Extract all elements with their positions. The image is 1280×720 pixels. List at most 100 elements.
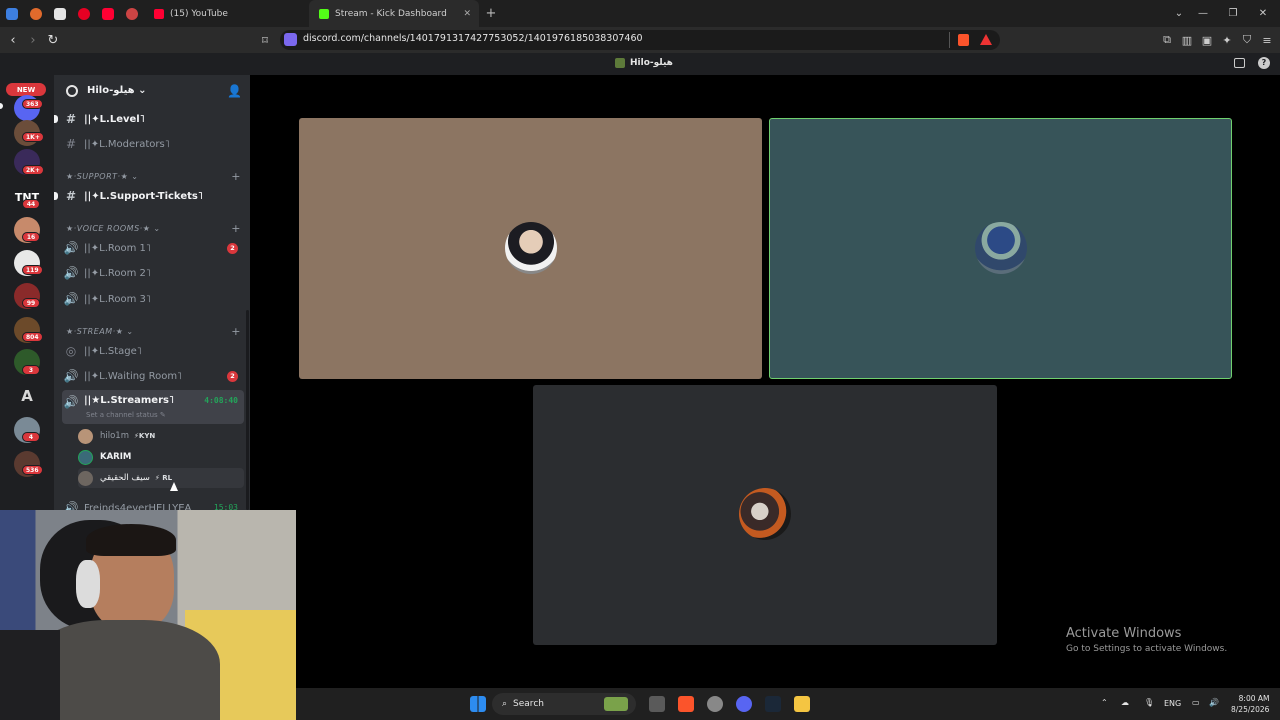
- maximize-button[interactable]: ❐: [1218, 0, 1248, 27]
- mention-badge: 804: [22, 332, 43, 342]
- task-view-icon[interactable]: [649, 696, 665, 712]
- kick-icon: [319, 8, 329, 19]
- channel-level[interactable]: # ||✦L.Level˥: [54, 108, 244, 130]
- channel-name: ||✦L.Moderators˥: [84, 138, 170, 150]
- voice-user[interactable]: hilo1m ⚡KYN: [78, 426, 244, 446]
- category-voice-rooms[interactable]: ★·VOICE ROOMS·★ ⌄ +: [66, 221, 241, 235]
- participant-tile-1[interactable]: [299, 118, 762, 379]
- channel-waiting-room[interactable]: 🔊 ||✦L.Waiting Room˥ 2: [62, 365, 244, 387]
- mention-badge: 4: [22, 432, 40, 442]
- inbox-icon[interactable]: [1234, 58, 1245, 68]
- brave-rewards-icon[interactable]: [980, 34, 992, 45]
- browser-tab-bar: (15) YouTube Stream - Kick Dashboard ✕ +…: [0, 0, 1280, 27]
- server-icon: [615, 58, 625, 68]
- wallet-icon[interactable]: ▣: [1200, 33, 1214, 47]
- invite-people-icon[interactable]: 👤: [227, 84, 242, 98]
- create-channel-icon[interactable]: +: [231, 222, 241, 235]
- menu-icon[interactable]: ≡: [1260, 33, 1274, 47]
- app-taskbar-icon[interactable]: [707, 696, 723, 712]
- pinned-tab-2[interactable]: [24, 0, 48, 27]
- user-tag: ⚡KYN: [134, 432, 156, 440]
- windows-taskbar: ⌕ Search ⌃ ☁ 🎙 ENG ▭ 🔊 8:00 AM 8/25/2026: [296, 688, 1280, 720]
- category-support[interactable]: ★·SUPPORT·★ ⌄ +: [66, 169, 241, 183]
- avatar: [78, 449, 93, 465]
- channel-name: ||✦L.Room 2˥: [84, 267, 151, 279]
- voice-user[interactable]: KARIM: [78, 447, 244, 467]
- pinned-tab-6[interactable]: [120, 0, 144, 27]
- channel-stage[interactable]: ◎ ||✦L.Stage˥: [62, 340, 244, 362]
- close-tab-icon[interactable]: ✕: [463, 9, 471, 19]
- server-icon-a[interactable]: A: [14, 383, 40, 409]
- tab-youtube[interactable]: (15) YouTube: [144, 0, 309, 27]
- file-explorer-icon[interactable]: [794, 696, 810, 712]
- participant-tile-2-speaking[interactable]: [769, 118, 1232, 379]
- discord-taskbar-icon[interactable]: [736, 696, 752, 712]
- speaker-icon: 🔊: [63, 395, 79, 409]
- tray-chevron-icon[interactable]: ⌃: [1101, 698, 1108, 707]
- streamer-hair: [86, 524, 176, 556]
- extensions-icon[interactable]: ⧉: [1160, 33, 1174, 47]
- category-label: ★·STREAM·★: [66, 326, 124, 336]
- create-channel-icon[interactable]: +: [231, 325, 241, 338]
- channel-moderators[interactable]: # ||✦L.Moderators˥: [62, 133, 244, 155]
- volume-icon[interactable]: 🔊: [1209, 698, 1219, 707]
- network-icon[interactable]: ▭: [1192, 698, 1200, 707]
- search-highlight-icon: [604, 697, 628, 711]
- taskbar-search[interactable]: ⌕ Search: [492, 693, 636, 715]
- voice-user[interactable]: سيف الحقيقي ⚡ RL: [78, 468, 244, 488]
- pinned-tab-3[interactable]: [48, 0, 72, 27]
- vpn-icon[interactable]: ⛉: [1240, 33, 1254, 47]
- voice-timer: 4:08:40: [204, 396, 238, 405]
- minimize-button[interactable]: —: [1188, 0, 1218, 27]
- mention-badge: 363: [22, 99, 43, 109]
- sidebar-scrollbar[interactable]: [246, 310, 249, 510]
- url-text: discord.com/channels/1401791317427753052…: [303, 33, 643, 44]
- activate-title: Activate Windows: [1066, 626, 1182, 641]
- mention-badge: 44: [22, 199, 40, 209]
- forward-button[interactable]: ›: [24, 31, 42, 49]
- steam-taskbar-icon[interactable]: [765, 696, 781, 712]
- server-header[interactable]: Hilo-هيلو ⌄ 👤: [54, 75, 250, 109]
- mention-badge: 119: [22, 265, 43, 275]
- category-stream[interactable]: ★·STREAM·★ ⌄ +: [66, 324, 241, 338]
- microphone-icon[interactable]: 🎙: [1144, 698, 1154, 707]
- voice-room-2[interactable]: 🔊 ||✦L.Room 2˥: [62, 262, 244, 284]
- mention-badge: 3: [22, 365, 40, 375]
- youtube-icon: [154, 8, 164, 19]
- help-icon[interactable]: ?: [1258, 57, 1270, 69]
- close-window-button[interactable]: ✕: [1248, 0, 1278, 27]
- back-button[interactable]: ‹: [4, 31, 22, 49]
- record-icon: [126, 7, 138, 20]
- onedrive-icon[interactable]: ☁: [1121, 698, 1129, 707]
- voice-room-1[interactable]: 🔊 ||✦L.Room 1˥ 2: [62, 237, 244, 259]
- channel-support-tickets[interactable]: # ||✦L.Support-Tickets˥: [54, 185, 244, 207]
- channel-name: ||✦L.Level˥: [84, 113, 145, 125]
- set-channel-status[interactable]: Set a channel status ✎: [86, 411, 166, 419]
- url-divider: [949, 32, 950, 48]
- server-boost-icon: [66, 85, 78, 97]
- window-title-text: Hilo-هيلو: [630, 58, 673, 68]
- url-field[interactable]: discord.com/channels/1401791317427753052…: [280, 30, 1000, 50]
- bookmark-icon[interactable]: ⌑: [256, 31, 274, 49]
- participant-tile-3[interactable]: [533, 385, 997, 645]
- pinned-tab-1[interactable]: [0, 0, 24, 27]
- reload-button[interactable]: ↻: [44, 31, 62, 49]
- create-channel-icon[interactable]: +: [231, 170, 241, 183]
- sidebar-icon[interactable]: ▥: [1180, 33, 1194, 47]
- brave-shields-icon[interactable]: [958, 34, 969, 46]
- stage-icon: ◎: [65, 344, 77, 358]
- activate-windows-watermark: Activate Windows Go to Settings to activ…: [1066, 626, 1227, 654]
- start-icon[interactable]: [470, 696, 486, 712]
- pinned-tab-5[interactable]: [96, 0, 120, 27]
- taskbar-clock[interactable]: 8:00 AM 8/25/2026: [1231, 693, 1269, 715]
- site-info-icon[interactable]: [284, 33, 297, 46]
- leo-ai-icon[interactable]: ✦: [1220, 33, 1234, 47]
- brave-taskbar-icon[interactable]: [678, 696, 694, 712]
- category-label: ★·VOICE ROOMS·★: [66, 223, 151, 233]
- pinned-tab-4[interactable]: [72, 0, 96, 27]
- voice-room-3[interactable]: 🔊 ||✦L.Room 3˥: [62, 288, 244, 310]
- new-tab-button[interactable]: +: [479, 6, 503, 21]
- tab-kick-dashboard[interactable]: Stream - Kick Dashboard ✕: [309, 0, 479, 27]
- language-indicator[interactable]: ENG: [1164, 699, 1181, 708]
- participant-avatar: [975, 222, 1027, 274]
